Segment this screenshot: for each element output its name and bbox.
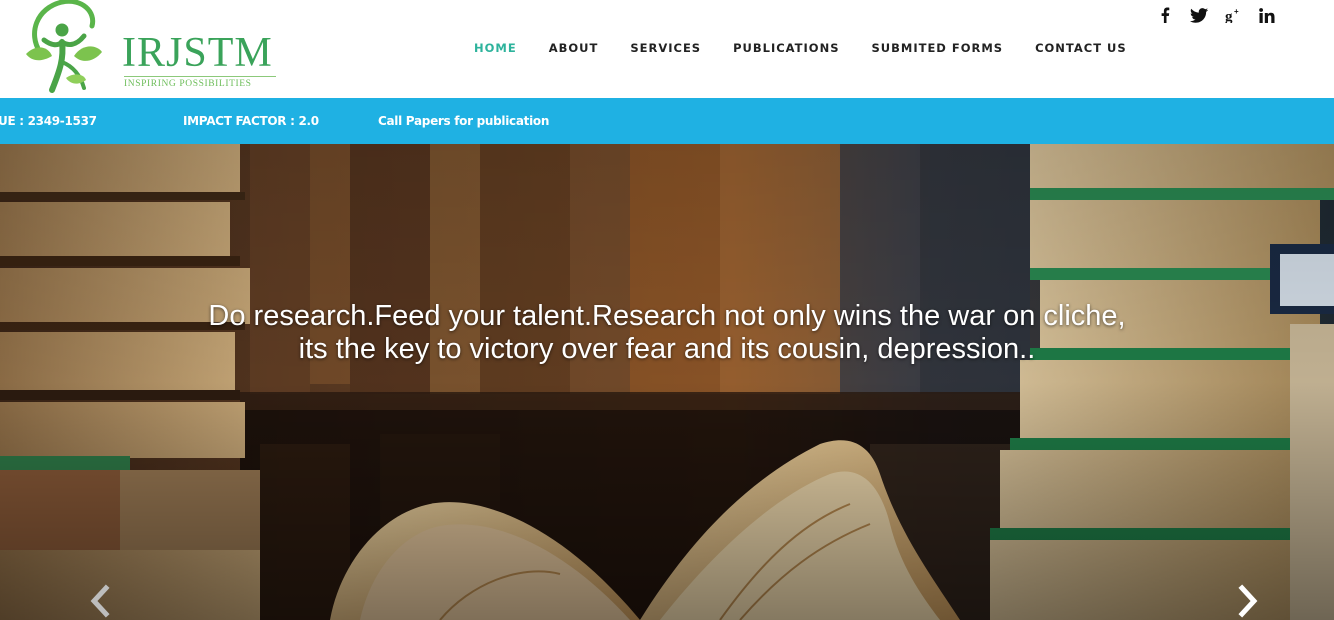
svg-text:+: + (1234, 7, 1239, 16)
logo-tagline: INSPIRING POSSIBILITIES (124, 76, 276, 90)
info-bar: UE : 2349-1537 IMPACT FACTOR : 2.0 Call … (0, 98, 1334, 144)
google-plus-icon[interactable]: g + (1216, 4, 1250, 26)
logo-wordmark: IRJSTM (122, 30, 273, 76)
nav-publications[interactable]: PUBLICATIONS (733, 40, 839, 56)
site-logo[interactable]: IRJSTM INSPIRING POSSIBILITIES (22, 0, 292, 98)
facebook-icon[interactable] (1148, 4, 1182, 26)
logo-tree-figure-icon (26, 0, 102, 93)
social-links: g + (1148, 4, 1284, 26)
call-papers-link[interactable]: Call Papers for publication (378, 113, 549, 129)
hero-background-image (0, 144, 1334, 620)
nav-submited-forms[interactable]: SUBMITED FORMS (872, 40, 1004, 56)
svg-text:g: g (1225, 9, 1233, 23)
hero-caption-line-2: its the key to victory over fear and its… (298, 333, 1036, 365)
hero-caption-line-1: Do research.Feed your talent.Research no… (208, 300, 1126, 332)
chevron-left-icon[interactable] (86, 584, 116, 618)
impact-factor-text: IMPACT FACTOR : 2.0 (183, 114, 319, 128)
issn-text: UE : 2349-1537 (0, 114, 97, 128)
nav-about[interactable]: ABOUT (549, 40, 599, 56)
main-nav: HOME ABOUT SERVICES PUBLICATIONS SUBMITE… (458, 40, 1143, 56)
linkedin-icon[interactable] (1250, 4, 1284, 26)
nav-services[interactable]: SERVICES (630, 40, 701, 56)
hero-caption: Do research.Feed your talent.Research no… (100, 300, 1234, 366)
nav-home[interactable]: HOME (474, 40, 517, 56)
nav-contact-us[interactable]: CONTACT US (1035, 40, 1127, 56)
chevron-right-icon[interactable] (1232, 584, 1262, 618)
hero-slider: Do research.Feed your talent.Research no… (0, 144, 1334, 620)
site-header: IRJSTM INSPIRING POSSIBILITIES HOME ABOU… (0, 0, 1334, 98)
twitter-icon[interactable] (1182, 4, 1216, 26)
